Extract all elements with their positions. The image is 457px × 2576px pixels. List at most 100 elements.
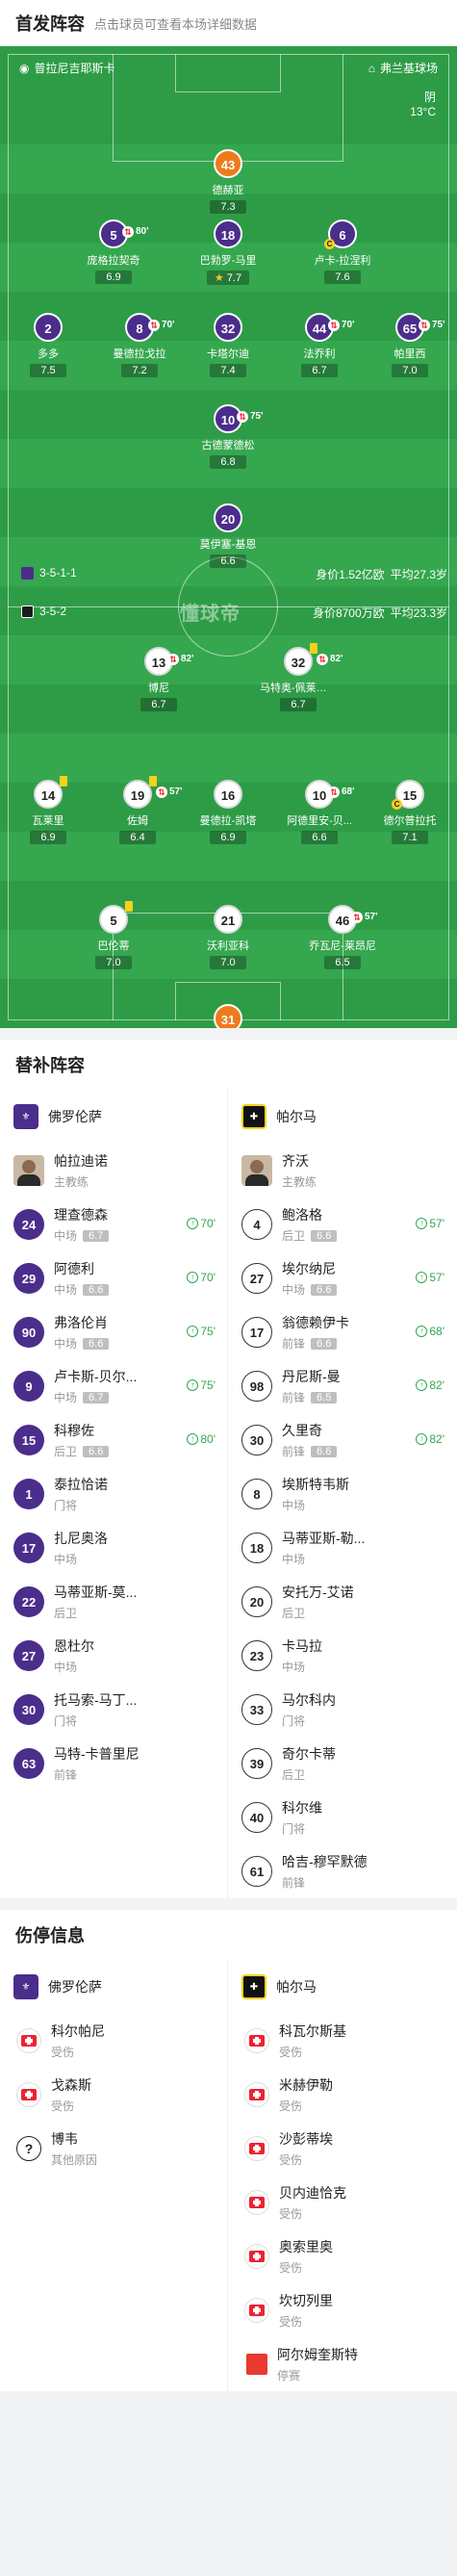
list-item[interactable]: 39 奇尔卡蒂 后卫 [228,1737,456,1790]
list-item[interactable]: 22 马蒂亚斯-莫... 后卫 [0,1575,227,1629]
home-venue: ◉ 普拉尼吉耶斯卡 [19,61,115,76]
list-item[interactable]: 24 理查德森 中场 6.7 ↑ 70' [0,1198,227,1251]
injury-item[interactable]: 奥索里奥 受伤 [228,2229,456,2283]
fio-player-0[interactable]: 43 德赫亚 7.3 [190,149,267,215]
list-item[interactable]: 17 翁德赖伊卡 前锋 6.6 ↑ 68' [228,1305,456,1359]
list-item[interactable]: 33 马尔科内 门将 [228,1683,456,1737]
sub-position: 主教练 [54,1175,89,1189]
jersey-number: 46 ⇅ 57' [328,905,378,934]
injury-status: 受伤 [279,2207,303,2221]
injury-item[interactable]: 米赫伊勒 受伤 [228,2068,456,2122]
injury-item[interactable]: 戈森斯 受伤 [0,2068,227,2122]
par-player-0[interactable]: 13 ⇅ 82' 博尼 6.7 [120,647,197,712]
par-player-4[interactable]: 16 曼德拉-凯塔 6.9 [190,780,267,845]
list-item[interactable]: 20 安托万-艾诺 后卫 [228,1575,456,1629]
jersey-number: 30 [241,1425,272,1455]
watermark-logo: 懂球帝 [180,604,241,625]
jersey-number: 29 [13,1263,44,1294]
list-item[interactable]: 29 阿德利 中场 6.6 ↑ 70' [0,1251,227,1305]
injury-item[interactable]: 科瓦尔斯基 受伤 [228,2014,456,2068]
player-rating-value: 6.7 [312,365,327,376]
list-item[interactable]: 15 科穆佐 后卫 6.6 ↑ 80' [0,1413,227,1467]
par-player-2[interactable]: 14 瓦莱里 6.9 [10,776,87,845]
injury-item[interactable]: ? 博韦 其他原因 [0,2122,227,2176]
sub-on-indicator: ↑ 75' [187,1378,216,1392]
par-coach-row[interactable]: 齐沃 主教练 [228,1144,456,1198]
fio-player-9[interactable]: 10 ⇅ 75' 古德蒙德松 6.8 [190,404,267,470]
list-item[interactable]: 27 恩杜尔 中场 [0,1629,227,1683]
par-player-5[interactable]: 10 ⇅ 68' 阿德里安-贝... 6.6 [281,780,358,845]
sub-position: 后卫 [282,1229,306,1243]
fio-player-5[interactable]: 8 ⇅ 70' 曼德拉戈拉 7.2 [101,313,178,378]
fio-player-1[interactable]: 5 ⇅ 80' 庞格拉契奇 6.9 [75,219,152,285]
list-item[interactable]: 98 丹尼斯-曼 前锋 6.5 ↑ 82' [228,1359,456,1413]
lineup-title: 首发阵容 [15,14,85,34]
fio-coach-row[interactable]: 帕拉迪诺 主教练 [0,1144,227,1198]
sub-position: 后卫 [282,1607,306,1620]
fio-team-row[interactable]: ⚜ 佛罗伦萨 [0,1090,227,1144]
fio-injury-team-row[interactable]: ⚜ 佛罗伦萨 [0,1960,227,2014]
list-item[interactable]: 18 马蒂亚斯-勒... 中场 [228,1521,456,1575]
list-item[interactable]: 61 哈吉-穆罕默德 前锋 [228,1844,456,1898]
par-player-1[interactable]: 32 ⇅ 82' 马特奥-佩莱格里 6.7 [260,643,343,712]
jersey-number: 5 [99,901,133,934]
list-item[interactable]: 8 埃斯特韦斯 中场 [228,1467,456,1521]
fio-player-7[interactable]: 44 ⇅ 70' 法乔利 6.7 [281,313,358,378]
sub-info: 弗洛伦肖 中场 6.6 [54,1313,110,1352]
injury-item[interactable]: 沙彭蒂埃 受伤 [228,2122,456,2176]
list-item[interactable]: 27 埃尔纳尼 中场 6.6 ↑ 57' [228,1251,456,1305]
fio-player-6[interactable]: 32 卡塔尔迪 7.4 [190,313,267,378]
sub-meta: 后卫 [282,1766,336,1783]
fio-player-3[interactable]: 6 C 卢卡-拉涅利 7.6 [304,219,381,285]
medkit-icon [244,2136,269,2161]
par-player-9[interactable]: 46 ⇅ 57' 乔瓦尼-莱昂尼 6.5 [304,905,381,970]
list-item[interactable]: 1 泰拉恰诺 门将 [0,1467,227,1521]
jersey-number: 2 [34,313,63,342]
sub-name: 卡马拉 [282,1638,322,1654]
fio-player-10[interactable]: 20 莫伊塞-基恩 6.6 [190,503,267,569]
player-rating-value: 7.1 [402,832,418,843]
injury-item[interactable]: 阿尔姆奎斯特 停赛 [228,2337,456,2391]
injury-item[interactable]: 贝内迪恰克 受伤 [228,2176,456,2229]
player-rating-value: 6.9 [40,832,56,843]
player-rating: ★ 7.7 [206,270,250,285]
list-item[interactable]: 23 卡马拉 中场 [228,1629,456,1683]
player-rating-value: 7.0 [106,957,121,968]
list-item[interactable]: 17 扎尼奥洛 中场 [0,1521,227,1575]
weather-temp: 13°C [410,105,436,118]
par-player-8[interactable]: 21 沃利亚科 7.0 [190,905,267,970]
list-item[interactable]: 30 托马索-马丁... 门将 [0,1683,227,1737]
jersey-number: 18 [214,219,242,248]
par-team-row[interactable]: ✚ 帕尔马 [228,1090,456,1144]
jersey-number-text: 15 [402,788,418,803]
list-item[interactable]: 40 科尔维 门将 [228,1790,456,1844]
fio-player-4[interactable]: 2 多多 7.5 [10,313,87,378]
par-player-3[interactable]: 19 ⇅ 57' 佐姆 6.4 [99,776,183,845]
jersey-number: 22 [13,1586,44,1617]
fio-player-2[interactable]: 18 巴勃罗-马里 ★ 7.7 [190,219,267,286]
sub-info: 泰拉恰诺 门将 [54,1475,108,1513]
par-player-6[interactable]: 15 C 德尔普拉托 7.1 [371,780,448,845]
sub-info: 卢卡斯-贝尔... 中场 6.7 [54,1367,137,1405]
jersey-number-text: 21 [220,914,236,928]
injury-item[interactable]: 坎切列里 受伤 [228,2283,456,2337]
list-item[interactable]: 4 鲍洛格 后卫 6.6 ↑ 57' [228,1198,456,1251]
list-item[interactable]: 63 马特-卡普里尼 前锋 [0,1737,227,1790]
sub-info: 翁德赖伊卡 前锋 6.6 [282,1313,349,1352]
sub-info: 帕拉迪诺 主教练 [54,1151,108,1190]
sub-position: 后卫 [54,1445,78,1458]
sub-on-arrow-icon: ↑ [187,1218,199,1229]
list-item[interactable]: 30 久里奇 前锋 6.6 ↑ 82' [228,1413,456,1467]
par-injury-team-row[interactable]: ✚ 帕尔马 [228,1960,456,2014]
par-player-7[interactable]: 5 巴伦蒂 7.0 [75,901,152,970]
injury-status: 其他原因 [51,2153,98,2167]
list-item[interactable]: 90 弗洛伦肖 中场 6.6 ↑ 75' [0,1305,227,1359]
list-item[interactable]: 9 卢卡斯-贝尔... 中场 6.7 ↑ 75' [0,1359,227,1413]
player-rating: 7.0 [392,364,428,377]
par-player-10[interactable]: 31铃木彩艳7.7 [190,1004,267,1028]
fio-player-8[interactable]: 65 ⇅ 75' 帕里西 7.0 [371,313,448,378]
jersey-number: 5 ⇅ 80' [99,219,149,248]
injury-item[interactable]: 科尔帕尼 受伤 [0,2014,227,2068]
sub-meta: 中场 6.6 [54,1335,110,1352]
player-rating: 7.1 [392,831,428,844]
